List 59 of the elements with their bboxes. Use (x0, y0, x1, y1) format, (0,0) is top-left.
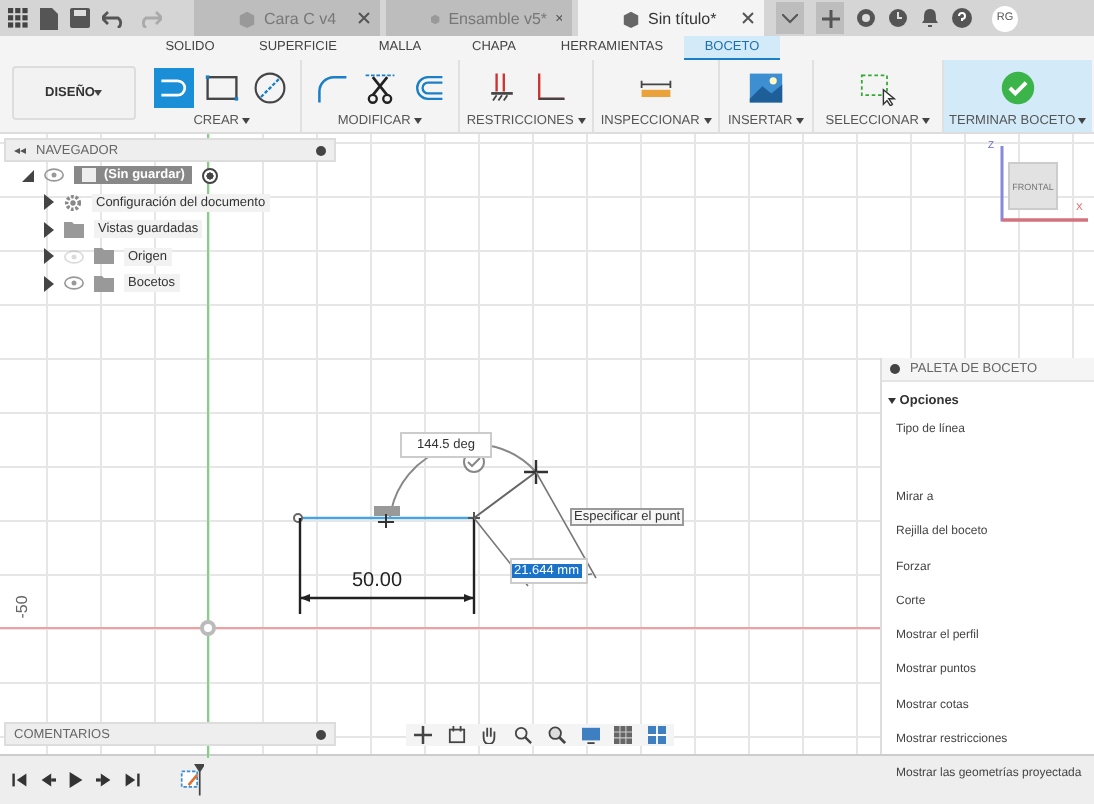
axis-label: -50 (12, 595, 31, 619)
zoom-window-icon[interactable] (547, 726, 566, 744)
zoom-icon[interactable] (514, 726, 533, 744)
step-forward-icon[interactable] (96, 772, 112, 788)
save-icon[interactable] (70, 8, 90, 28)
chevron-down-icon (782, 13, 798, 23)
bell-icon[interactable] (920, 8, 940, 28)
dot-icon[interactable] (316, 145, 326, 155)
constraint-icon (374, 506, 400, 529)
eye-icon[interactable] (44, 168, 64, 183)
collapse-icon[interactable] (14, 147, 26, 153)
caret-icon (414, 118, 423, 124)
sketch-endpoint (293, 513, 303, 523)
undo-icon[interactable] (102, 8, 126, 28)
play-icon[interactable] (68, 772, 84, 788)
rubber-band-line (473, 471, 537, 519)
look-at-icon[interactable] (447, 726, 466, 744)
skip-to-start-icon[interactable] (12, 772, 28, 788)
view-cube-axes (1000, 146, 1088, 222)
step-back-icon[interactable] (40, 772, 56, 788)
new-tab-button[interactable] (816, 2, 844, 34)
gear-icon (64, 193, 82, 212)
circle-tool-icon[interactable] (250, 67, 290, 107)
plus-icon (821, 9, 839, 27)
cube-icon (238, 9, 256, 27)
cursor-crosshair (522, 458, 550, 486)
orbit-icon[interactable] (413, 726, 432, 744)
caret-icon (1078, 118, 1087, 124)
caret-icon (577, 118, 586, 124)
display-icon[interactable] (581, 726, 600, 744)
skip-to-end-icon[interactable] (124, 772, 140, 788)
document-tab[interactable]: Sin título* (578, 0, 764, 36)
eye-icon[interactable] (64, 276, 84, 291)
close-icon[interactable] (742, 12, 754, 24)
radio-icon[interactable] (202, 167, 219, 184)
viewports-icon[interactable] (648, 726, 667, 744)
grid-icon[interactable] (614, 726, 633, 744)
expand-arrow-icon[interactable] (22, 169, 34, 182)
sketch-feature-icon[interactable] (180, 764, 204, 796)
clock-icon[interactable] (888, 8, 908, 28)
file-icon[interactable] (40, 7, 58, 29)
caret-icon (94, 90, 103, 96)
cube-icon (622, 9, 640, 27)
close-icon[interactable] (555, 12, 562, 24)
caret-icon (703, 118, 712, 124)
close-icon[interactable] (358, 12, 370, 24)
tab-list-button[interactable] (776, 2, 804, 34)
point-marker (467, 511, 481, 525)
dot-icon[interactable] (316, 729, 326, 739)
caret-icon (796, 118, 805, 124)
origin-point (200, 620, 216, 636)
pan-hand-icon[interactable] (480, 726, 499, 744)
caret-icon (922, 118, 931, 124)
dimension-value[interactable]: 50.00 (352, 570, 403, 592)
cube-icon (430, 9, 441, 27)
caret-icon (242, 118, 251, 124)
help-icon[interactable] (952, 8, 972, 28)
finish-tool-icon[interactable] (998, 67, 1038, 107)
apps-grid-icon[interactable] (8, 8, 28, 28)
